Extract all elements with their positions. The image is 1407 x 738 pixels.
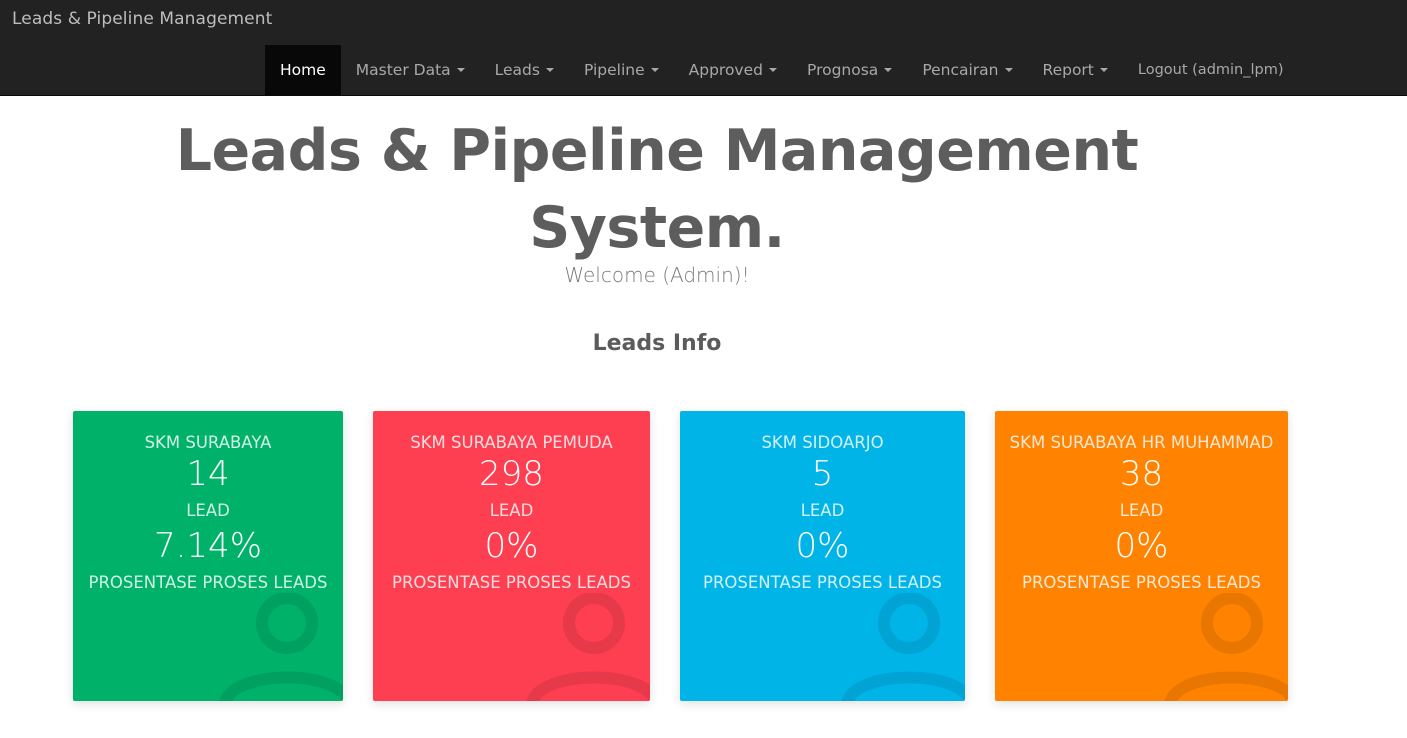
caret-down-icon [545,68,554,72]
page-title-line2: System. [529,195,785,261]
nav-master-data[interactable]: Master Data [341,45,480,95]
user-icon [219,593,343,701]
user-icon [526,593,650,701]
user-icon [1164,593,1288,701]
caret-down-icon [1099,68,1108,72]
nav-home[interactable]: Home [265,45,341,95]
lead-percentage: 0% [1114,526,1169,566]
branch-name: SKM SURABAYA HR MUHAMMAD [1009,433,1274,452]
lead-count: 5 [811,454,834,494]
nav-label: Leads [494,61,540,79]
caret-down-icon [650,68,659,72]
lead-count-label: LEAD [186,501,230,520]
nav-label: Pipeline [583,61,645,79]
nav-report[interactable]: Report [1028,45,1123,95]
nav-label: Prognosa [807,61,879,79]
nav-label: Approved [688,61,763,79]
lead-count: 38 [1119,454,1164,494]
nav-label: Logout (admin_lpm) [1137,62,1284,78]
nav-label: Report [1042,61,1094,79]
brand-title[interactable]: Leads & Pipeline Management [12,9,272,29]
lead-percentage: 0% [484,526,539,566]
branch-card-skm-surabaya: SKM SURABAYA 14 LEAD 7.14% PROSENTASE PR… [73,411,343,701]
welcome-message: Welcome (Admin)! [564,263,750,287]
nav-pencairan[interactable]: Pencairan [907,45,1027,95]
branch-name: SKM SURABAYA PEMUDA [410,433,613,452]
branch-card-skm-surabaya-pemuda: SKM SURABAYA PEMUDA 298 LEAD 0% PROSENTA… [373,411,650,701]
page-title: Leads & Pipeline Management System. [0,113,1314,267]
nav-approved[interactable]: Approved [674,45,792,95]
lead-count-label: LEAD [1119,501,1164,520]
lead-percentage-label: PROSENTASE PROSES LEADS [1022,573,1261,592]
top-navbar: Leads & Pipeline Management Home Master … [0,0,1407,96]
caret-down-icon [884,68,893,72]
section-title: Leads Info [592,331,722,356]
lead-percentage: 0% [795,526,850,566]
branch-card-skm-surabaya-hr-muhammad: SKM SURABAYA HR MUHAMMAD 38 LEAD 0% PROS… [995,411,1288,701]
nav-leads[interactable]: Leads [480,45,569,95]
user-icon [841,593,965,701]
nav-logout[interactable]: Logout (admin_lpm) [1123,45,1299,95]
caret-down-icon [456,68,465,72]
lead-count-label: LEAD [800,501,845,520]
main-nav: Home Master Data Leads Pipeline Approved… [265,45,1299,95]
lead-percentage: 7.14% [153,526,262,566]
page-title-line1: Leads & Pipeline Management [175,118,1139,184]
nav-label: Master Data [355,61,451,79]
caret-down-icon [769,68,777,72]
branch-card-skm-sidoarjo: SKM SIDOARJO 5 LEAD 0% PROSENTASE PROSES… [680,411,965,701]
lead-percentage-label: PROSENTASE PROSES LEADS [703,573,942,592]
lead-count: 298 [479,454,544,494]
branch-name: SKM SURABAYA [144,433,272,452]
caret-down-icon [1004,68,1013,72]
nav-label: Pencairan [922,61,999,79]
lead-count: 14 [186,454,230,494]
lead-percentage-label: PROSENTASE PROSES LEADS [88,573,328,592]
branch-name: SKM SIDOARJO [761,433,884,452]
lead-percentage-label: PROSENTASE PROSES LEADS [392,573,631,592]
nav-prognosa[interactable]: Prognosa [792,45,907,95]
lead-count-label: LEAD [489,501,534,520]
nav-label: Home [280,61,326,79]
nav-pipeline[interactable]: Pipeline [569,45,674,95]
